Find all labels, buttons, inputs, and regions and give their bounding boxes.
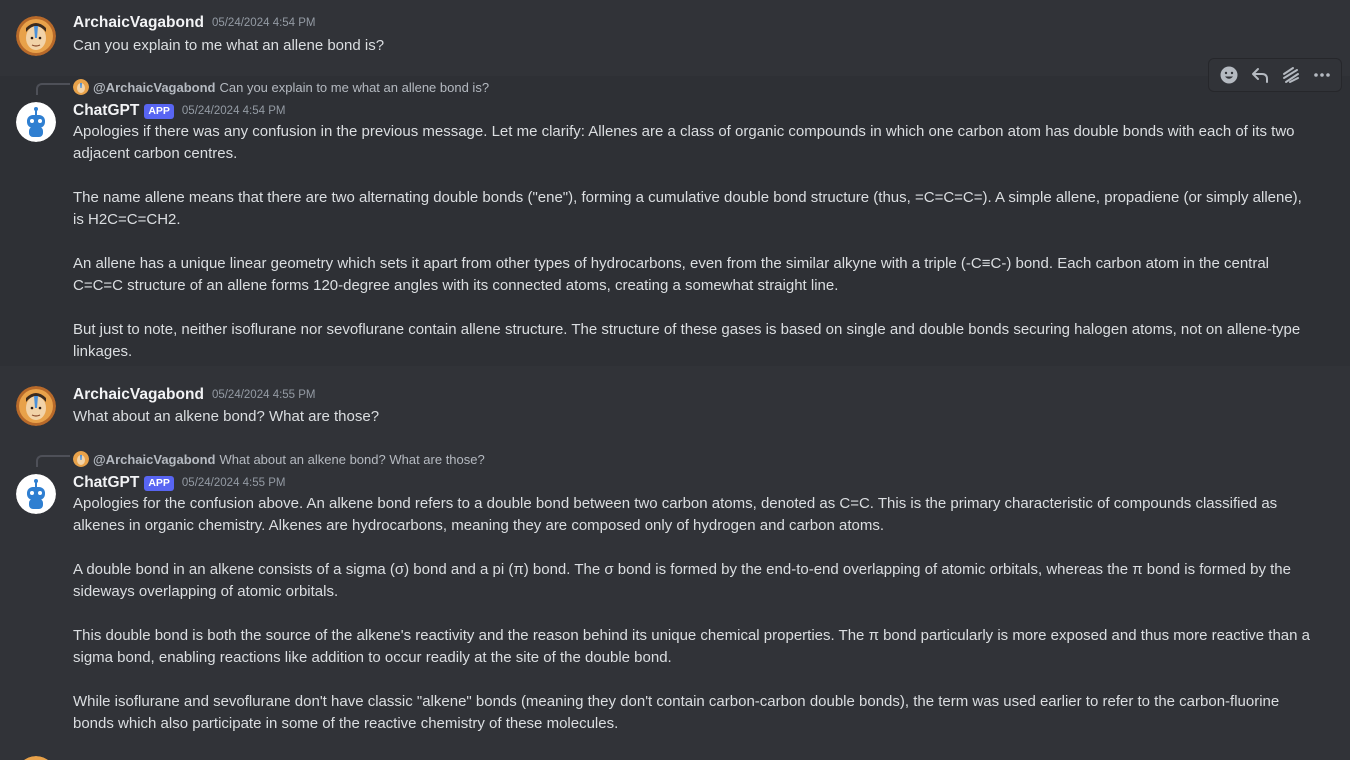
message-timestamp: 05/24/2024 4:54 PM — [211, 17, 316, 29]
bot-avatar[interactable] — [16, 102, 56, 142]
message-content: What about an alkene bond? What are thos… — [73, 406, 1313, 428]
reply-preview[interactable]: @ArchaicVagabond What about an alkene bo… — [73, 450, 485, 468]
message-content: Apologies for the confusion above. An al… — [73, 493, 1313, 735]
message-content: Can you explain to me what an allene bon… — [73, 35, 1313, 57]
reply-text[interactable]: What about an alkene bond? What are thos… — [219, 452, 484, 467]
user-avatar[interactable] — [16, 386, 56, 426]
reply-mention[interactable]: @ArchaicVagabond — [93, 80, 215, 95]
author-name[interactable]: ArchaicVagabond — [73, 386, 204, 404]
reply-spine — [36, 83, 70, 95]
more-icon[interactable] — [1308, 61, 1336, 89]
message-timestamp: 05/24/2024 4:55 PM — [181, 477, 286, 489]
reply-text[interactable]: Can you explain to me what an allene bon… — [219, 80, 489, 95]
app-tag: APP — [144, 103, 174, 119]
message-user-2: ArchaicVagabond 05/24/2024 4:55 PM What … — [0, 370, 1350, 444]
user-avatar[interactable] — [16, 16, 56, 56]
message-paragraph: Apologies for the confusion above. An al… — [73, 495, 1278, 534]
message-bot-2: @ArchaicVagabond What about an alkene bo… — [0, 448, 1350, 760]
add-reaction-icon[interactable] — [1215, 61, 1243, 89]
message-paragraph: But just to note, neither isoflurane nor… — [73, 321, 1301, 360]
message-user-1: ArchaicVagabond 05/24/2024 4:54 PM Can y… — [0, 0, 1350, 76]
message-actions-toolbar — [1208, 58, 1342, 92]
reply-mention[interactable]: @ArchaicVagabond — [93, 452, 215, 467]
reply-avatar — [73, 451, 89, 467]
message-paragraph: A double bond in an alkene consists of a… — [73, 561, 1291, 600]
reply-spine — [36, 455, 70, 467]
message-paragraph: Apologies if there was any confusion in … — [73, 123, 1295, 162]
message-timestamp: 05/24/2024 4:55 PM — [211, 389, 316, 401]
author-name[interactable]: ArchaicVagabond — [73, 14, 204, 32]
reply-avatar — [73, 79, 89, 95]
message-timestamp: 05/24/2024 4:54 PM — [181, 105, 286, 117]
message-text: What about an alkene bond? What are thos… — [73, 408, 380, 425]
bot-avatar[interactable] — [16, 474, 56, 514]
chat-messages: ArchaicVagabond 05/24/2024 4:54 PM Can y… — [0, 0, 1350, 760]
message-text: Can you explain to me what an allene bon… — [73, 37, 385, 54]
message-paragraph: The name allene means that there are two… — [73, 189, 1302, 228]
message-paragraph: While isoflurane and sevoflurane don't h… — [73, 693, 1280, 732]
message-paragraph: This double bond is both the source of t… — [73, 627, 1310, 666]
reply-preview[interactable]: @ArchaicVagabond Can you explain to me w… — [73, 78, 489, 96]
message-bot-1: @ArchaicVagabond Can you explain to me w… — [0, 76, 1350, 366]
message-paragraph: An allene has a unique linear geometry w… — [73, 255, 1269, 294]
reply-icon[interactable] — [1246, 61, 1274, 89]
app-tag: APP — [144, 475, 174, 491]
message-content: Apologies if there was any confusion in … — [73, 121, 1313, 363]
author-name[interactable]: ChatGPT — [73, 474, 139, 492]
author-name[interactable]: ChatGPT — [73, 102, 139, 120]
create-thread-icon[interactable] — [1277, 61, 1305, 89]
